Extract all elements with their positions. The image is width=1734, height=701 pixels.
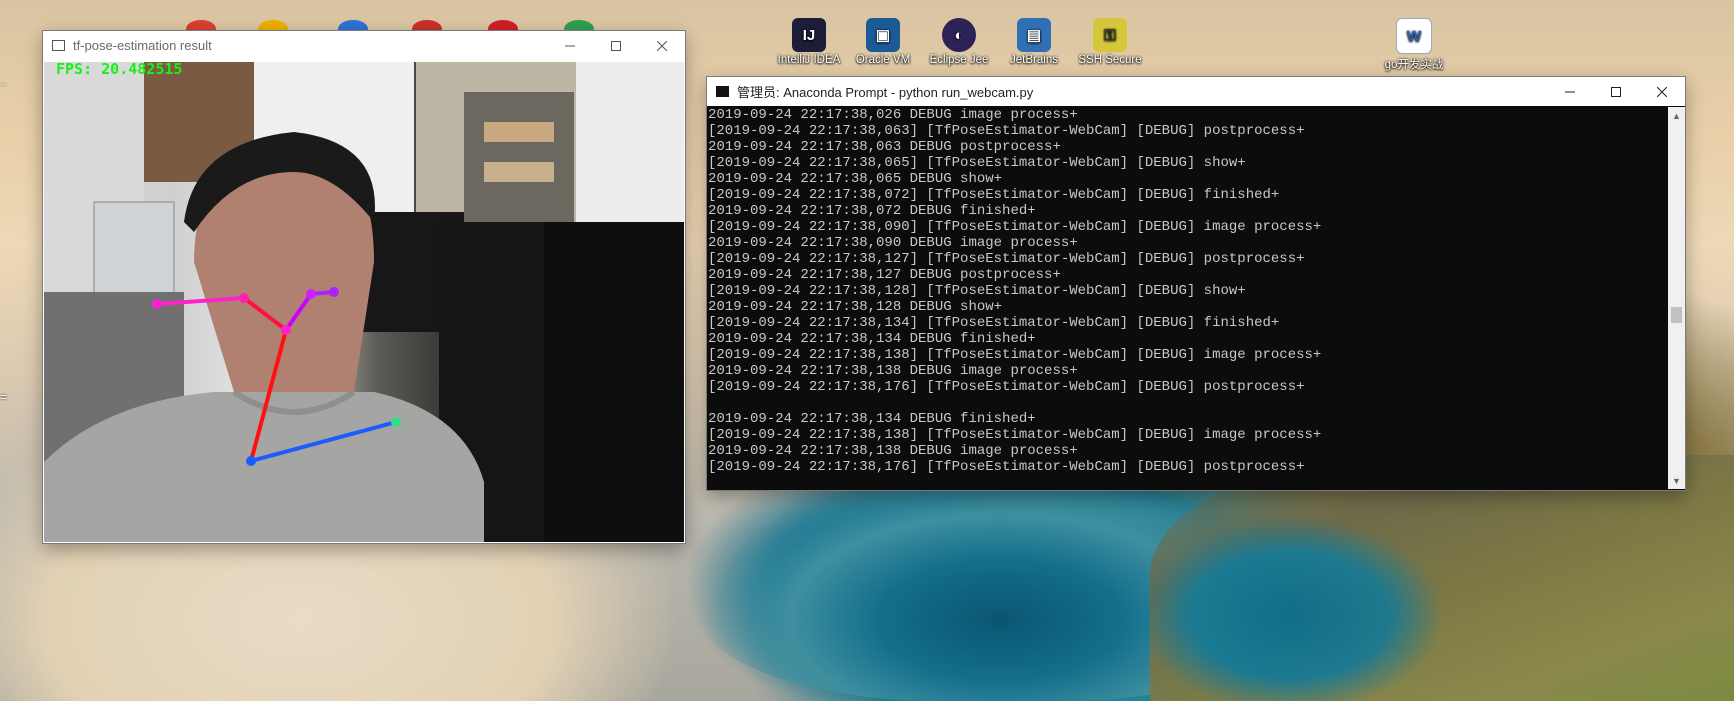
desktop-icon-ssh-secure[interactable]: ⚿ SSH Secure [1073, 18, 1147, 66]
minimize-icon[interactable] [1547, 77, 1593, 106]
window-title: tf-pose-estimation result [73, 38, 212, 53]
close-icon[interactable] [639, 31, 685, 60]
console-line: 2019-09-24 22:17:38,128 DEBUG show+ [708, 299, 1003, 315]
console-line: [2019-09-24 22:17:38,072] [TfPoseEstimat… [708, 187, 1280, 203]
console-line: [2019-09-24 22:17:38,065] [TfPoseEstimat… [708, 155, 1246, 171]
scroll-down-icon[interactable]: ▼ [1668, 472, 1685, 489]
desktop-edge-mark-2: = [0, 390, 8, 404]
pose-estimation-window[interactable]: tf-pose-estimation result FPS: 20.482515 [43, 31, 685, 543]
close-icon[interactable] [1639, 77, 1685, 106]
eclipse-icon: ◐ [942, 18, 976, 52]
ssh-icon: ⚿ [1093, 18, 1127, 52]
fps-counter: FPS: 20.482515 [56, 62, 183, 78]
webcam-scene [44, 62, 684, 542]
console-line: 2019-09-24 22:17:38,072 DEBUG finished+ [708, 203, 1036, 219]
minimize-icon[interactable] [547, 31, 593, 60]
word-document-icon: W [1396, 18, 1432, 54]
console-line: 2019-09-24 22:17:38,026 DEBUG image proc… [708, 107, 1078, 123]
desktop-icon-intellij[interactable]: IJ IntelliJ IDEA [772, 18, 846, 66]
console-line: [2019-09-24 22:17:38,128] [TfPoseEstimat… [708, 283, 1246, 299]
console-line: 2019-09-24 22:17:38,138 DEBUG image proc… [708, 363, 1078, 379]
desktop-wallpaper-coast [1150, 455, 1734, 701]
console-line: [2019-09-24 22:17:38,134] [TfPoseEstimat… [708, 315, 1280, 331]
console-line: [2019-09-24 22:17:38,090] [TfPoseEstimat… [708, 219, 1322, 235]
window-app-icon [52, 40, 65, 51]
maximize-icon[interactable] [1593, 77, 1639, 106]
console-line: 2019-09-24 22:17:38,138 DEBUG image proc… [708, 443, 1078, 459]
desktop-icon-label: Oracle VM [855, 54, 911, 66]
webcam-frame: FPS: 20.482515 [44, 62, 684, 542]
console-line: 2019-09-24 22:17:38,065 DEBUG show+ [708, 171, 1003, 187]
virtualbox-icon: ▣ [866, 18, 900, 52]
console-line: 2019-09-24 22:17:38,090 DEBUG image proc… [708, 235, 1078, 251]
console-line: [2019-09-24 22:17:38,063] [TfPoseEstimat… [708, 123, 1305, 139]
window-title: 管理员: Anaconda Prompt - python run_webcam… [737, 85, 1034, 100]
window-titlebar[interactable]: tf-pose-estimation result [43, 31, 685, 60]
maximize-icon[interactable] [593, 31, 639, 60]
desktop-icon-label: Eclipse Jee [929, 54, 989, 66]
console-line: [2019-09-24 22:17:38,176] [TfPoseEstimat… [708, 459, 1305, 475]
console-line: 2019-09-24 22:17:38,063 DEBUG postproces… [708, 139, 1061, 155]
desktop-icon-label: go开发实战 [1384, 59, 1444, 71]
desktop-icon-jetbrains[interactable]: ▤ JetBrains [997, 18, 1071, 66]
console-line: [2019-09-24 22:17:38,127] [TfPoseEstimat… [708, 251, 1305, 267]
console-line: [2019-09-24 22:17:38,138] [TfPoseEstimat… [708, 347, 1322, 363]
anaconda-prompt-window[interactable]: 管理员: Anaconda Prompt - python run_webcam… [707, 77, 1685, 490]
console-line: [2019-09-24 22:17:38,176] [TfPoseEstimat… [708, 379, 1305, 395]
desktop-icon-document[interactable]: W go开发实战 [1377, 18, 1451, 72]
scrollbar-thumb[interactable] [1671, 307, 1682, 323]
console-icon [716, 86, 729, 97]
window-titlebar[interactable]: 管理员: Anaconda Prompt - python run_webcam… [707, 77, 1685, 106]
desktop-icon-label: SSH Secure [1078, 54, 1142, 66]
console-scrollbar[interactable]: ▲ ▼ [1668, 107, 1685, 489]
console-output[interactable]: 2019-09-24 22:17:38,026 DEBUG image proc… [707, 107, 1667, 489]
console-line: 2019-09-24 22:17:38,134 DEBUG finished+ [708, 331, 1036, 347]
console-line: 2019-09-24 22:17:38,134 DEBUG finished+ [708, 411, 1036, 427]
console-line: 2019-09-24 22:17:38,127 DEBUG postproces… [708, 267, 1061, 283]
scroll-up-icon[interactable]: ▲ [1668, 107, 1685, 124]
desktop-icon-label: JetBrains [1010, 54, 1058, 66]
desktop-icon-eclipse[interactable]: ◐ Eclipse Jee [922, 18, 996, 66]
intellij-icon: IJ [792, 18, 826, 52]
desktop-icon-oracle-vm[interactable]: ▣ Oracle VM [846, 18, 920, 66]
desktop-icon-label: IntelliJ IDEA [777, 54, 841, 66]
jetbrains-icon: ▤ [1017, 18, 1051, 52]
console-line: [2019-09-24 22:17:38,138] [TfPoseEstimat… [708, 427, 1322, 443]
desktop-edge-mark: .. [0, 74, 7, 88]
